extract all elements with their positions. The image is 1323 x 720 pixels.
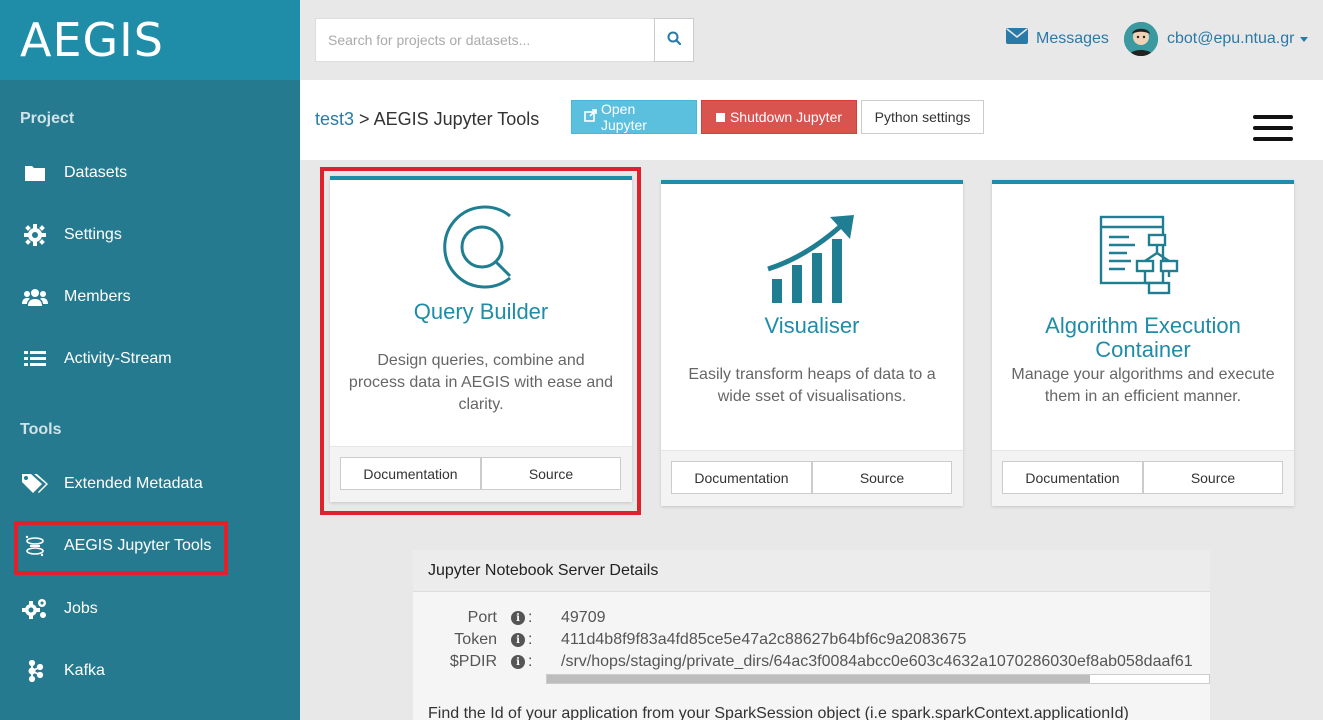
breadcrumb-current: AEGIS Jupyter Tools (373, 109, 540, 129)
topbar: Messages cbot@epu.ntua.gr (300, 0, 1323, 80)
highlight-annotation (14, 521, 228, 575)
envelope-icon (1006, 28, 1036, 49)
sidebar-item-datasets[interactable]: Datasets (0, 151, 300, 195)
tags-icon (22, 473, 48, 495)
card-title: Algorithm Execution Container (1045, 313, 1241, 362)
shutdown-jupyter-label: Shutdown Jupyter (729, 109, 843, 125)
sidebar-item-activity-stream[interactable]: Activity-Stream (0, 337, 300, 381)
user-email: cbot@epu.ntua.gr (1167, 30, 1295, 47)
detail-row-token: Token i: 411d4b8f9f83a4fd85ce5e47a2c8862… (413, 629, 966, 651)
messages-label: Messages (1036, 29, 1109, 47)
kafka-icon (22, 660, 48, 682)
detail-row-port: Port i: 49709 (413, 607, 606, 629)
sidebar-item-label: Datasets (64, 164, 128, 181)
horizontal-scrollbar[interactable] (546, 674, 1210, 684)
card-description: Easily transform heaps of data to a wide… (688, 366, 936, 405)
sidebar-item-label: Kafka (64, 662, 105, 679)
hamburger-menu-icon[interactable] (1253, 115, 1293, 141)
search-button[interactable] (654, 18, 694, 62)
python-settings-label: Python settings (874, 109, 971, 125)
sidebar-item-jobs[interactable]: Jobs (0, 587, 300, 631)
breadcrumb-separator: > (354, 109, 374, 129)
info-icon[interactable]: i (511, 611, 525, 625)
external-link-icon (584, 109, 597, 125)
avatar (1124, 22, 1158, 56)
card-visualiser: Visualiser Easily transform heaps of dat… (661, 180, 963, 506)
open-jupyter-label: Open Jupyter (601, 101, 647, 133)
chart-growth-icon (661, 184, 963, 314)
detail-label: Token (454, 631, 497, 648)
breadcrumb-project-link[interactable]: test3 (315, 109, 354, 129)
info-icon[interactable]: i (511, 655, 525, 669)
detail-value: 411d4b8f9f83a4fd85ce5e47a2c88627b64bf6c9… (561, 631, 967, 648)
card-footer: Documentation Source (992, 450, 1294, 506)
card-title: Visualiser (764, 313, 860, 338)
list-icon (22, 348, 48, 370)
page-header: test3 > AEGIS Jupyter Tools Open Jupyter… (300, 80, 1323, 160)
messages-link[interactable]: Messages (1006, 28, 1109, 49)
search-icon (667, 31, 682, 50)
search-box (315, 18, 655, 62)
open-jupyter-button[interactable]: Open Jupyter (571, 100, 697, 134)
chevron-down-icon (1300, 36, 1309, 42)
breadcrumb: test3 > AEGIS Jupyter Tools (315, 109, 539, 130)
detail-colon: : (528, 653, 533, 670)
scrollbar-thumb[interactable] (547, 675, 1090, 683)
section-title-tools: Tools (20, 421, 62, 438)
shutdown-jupyter-button[interactable]: Shutdown Jupyter (701, 100, 857, 134)
source-button[interactable]: Source (812, 461, 952, 494)
documentation-button[interactable]: Documentation (1002, 461, 1143, 494)
sidebar-item-extended-metadata[interactable]: Extended Metadata (0, 462, 300, 506)
detail-value: 49709 (561, 609, 606, 626)
source-button[interactable]: Source (1143, 461, 1283, 494)
folder-icon (22, 162, 48, 184)
sidebar-item-settings[interactable]: Settings (0, 213, 300, 257)
documentation-button[interactable]: Documentation (671, 461, 812, 494)
sidebar-item-label: Settings (64, 226, 122, 243)
card-algorithm-execution-container: Algorithm Execution Container Manage you… (992, 180, 1294, 506)
detail-colon: : (528, 631, 533, 648)
server-details-panel: Jupyter Notebook Server Details Port i: … (413, 550, 1210, 720)
sidebar-item-label: Activity-Stream (64, 350, 172, 367)
application-id-hint: Find the Id of your application from you… (428, 705, 1129, 720)
detail-label: Port (467, 609, 497, 626)
sidebar-item-label: Members (64, 288, 131, 305)
info-icon[interactable]: i (511, 633, 525, 647)
sidebar-item-kafka[interactable]: Kafka (0, 649, 300, 693)
brand-text: AEGIS (20, 13, 164, 67)
sidebar-item-label: Jobs (64, 600, 98, 617)
brand-logo[interactable]: AEGIS (0, 0, 300, 80)
server-details-title: Jupyter Notebook Server Details (413, 550, 1210, 592)
detail-value: /srv/hops/staging/private_dirs/64ac3f008… (561, 653, 1193, 670)
gears-icon (22, 598, 48, 620)
detail-colon: : (528, 609, 533, 626)
python-settings-button[interactable]: Python settings (861, 100, 984, 134)
sidebar-item-label: Extended Metadata (64, 475, 203, 492)
detail-label: $PDIR (449, 653, 497, 670)
stop-icon (715, 112, 725, 122)
section-title-project: Project (20, 110, 75, 127)
detail-row-pdir: $PDIR i: /srv/hops/staging/private_dirs/… (413, 651, 1210, 673)
sidebar-item-members[interactable]: Members (0, 275, 300, 319)
users-icon (22, 286, 48, 308)
card-description: Manage your algorithms and execute them … (1011, 366, 1275, 405)
user-menu[interactable]: cbot@epu.ntua.gr (1124, 22, 1309, 56)
card-footer: Documentation Source (661, 450, 963, 506)
highlight-annotation (320, 167, 641, 515)
search-input[interactable] (316, 19, 654, 61)
flowchart-icon (992, 184, 1294, 314)
gear-icon (22, 224, 48, 246)
sidebar: AEGIS Project Datasets Settings Members … (0, 0, 300, 720)
